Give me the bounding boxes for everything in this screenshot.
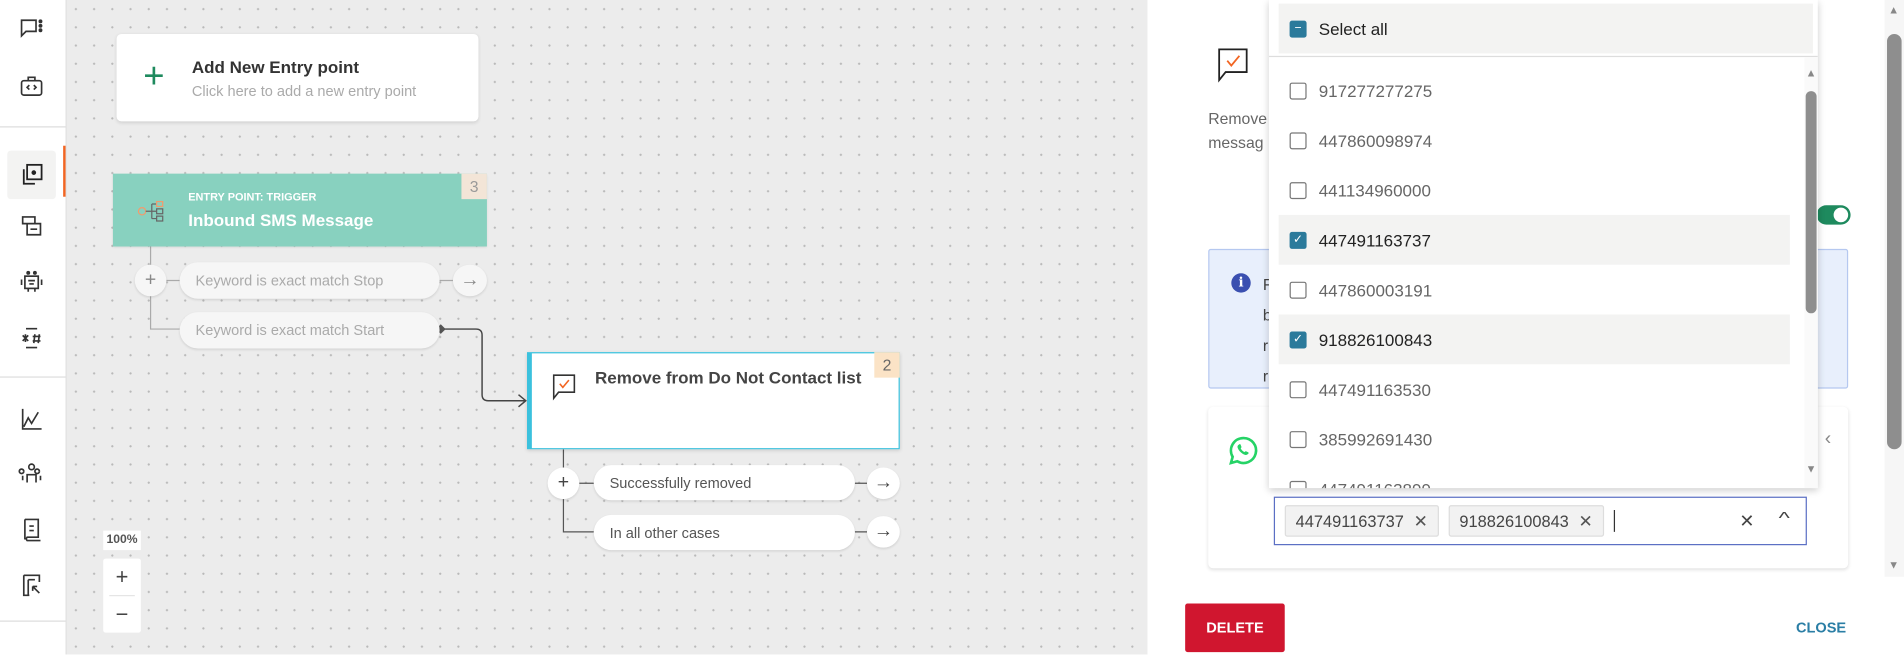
branch-keyword-stop[interactable]: Keyword is exact match Stop xyxy=(179,262,440,299)
add-branch-button[interactable]: + xyxy=(134,264,167,297)
option-label: 447860098974 xyxy=(1318,130,1433,150)
branch-other-cases[interactable]: In all other cases xyxy=(593,514,855,551)
phone-option[interactable]: 447860003191 xyxy=(1279,265,1790,315)
option-label: 447860003191 xyxy=(1318,279,1433,300)
whatsapp-icon xyxy=(1229,436,1258,465)
panel-scrollbar[interactable]: ▲ ▼ xyxy=(1884,0,1904,577)
selected-chip: 447491163737 ✕ xyxy=(1284,505,1439,537)
add-branch-button[interactable]: + xyxy=(547,467,580,500)
phone-option[interactable]: 447860098974 xyxy=(1279,115,1790,165)
scrollbar-thumb[interactable] xyxy=(1805,91,1817,314)
add-entry-subtitle: Click here to add a new entry point xyxy=(191,82,417,100)
scrollbar-thumb[interactable] xyxy=(1887,34,1902,450)
arrow-right-icon[interactable]: → xyxy=(867,467,900,500)
remove-chip-icon[interactable]: ✕ xyxy=(1579,511,1593,532)
select-all-label: Select all xyxy=(1318,18,1388,39)
checked-checkbox[interactable]: ✓ xyxy=(1289,231,1307,249)
branch-successfully-removed[interactable]: Successfully removed xyxy=(593,465,855,501)
dropdown-scrollbar[interactable]: ▲ ▼ xyxy=(1804,57,1818,489)
checkbox[interactable] xyxy=(1289,81,1307,99)
checked-message-icon xyxy=(1218,48,1248,83)
scroll-down-icon[interactable]: ▼ xyxy=(1806,463,1817,475)
option-label: 447491163737 xyxy=(1318,230,1431,250)
plus-icon: + xyxy=(143,55,165,96)
people-icon[interactable] xyxy=(12,454,51,493)
text-cursor xyxy=(1613,510,1615,532)
chat-menu-icon[interactable] xyxy=(12,10,51,49)
checked-message-icon xyxy=(552,374,576,401)
close-button[interactable]: CLOSE xyxy=(1796,619,1846,636)
trigger-node[interactable]: ENTRY POINT: TRIGGER Inbound SMS Message… xyxy=(112,173,487,247)
enable-toggle[interactable] xyxy=(1816,205,1851,225)
remove-chip-icon[interactable]: ✕ xyxy=(1414,511,1428,532)
description-line: messag xyxy=(1208,133,1264,152)
sidebar xyxy=(0,0,67,655)
phone-option[interactable]: 447491163899 xyxy=(1279,464,1790,489)
option-label: 385992691430 xyxy=(1318,429,1433,449)
checkbox[interactable] xyxy=(1289,131,1307,149)
arrow-right-icon[interactable]: → xyxy=(452,264,487,297)
checkbox[interactable] xyxy=(1289,480,1307,489)
chip-label: 918826100843 xyxy=(1459,511,1569,531)
phone-number-dropdown: − Select all 917277277275 447860098974 4411… xyxy=(1268,0,1818,489)
node-step-badge: 3 xyxy=(461,173,487,200)
option-label: 917277277275 xyxy=(1318,80,1433,101)
zoom-out-button[interactable]: − xyxy=(103,596,141,632)
remove-dnc-title: Remove from Do Not Contact list xyxy=(595,367,862,388)
indeterminate-checkbox[interactable]: − xyxy=(1289,20,1307,38)
branch-keyword-start[interactable]: Keyword is exact match Start xyxy=(179,312,440,349)
selected-chip: 918826100843 ✕ xyxy=(1448,505,1604,537)
add-entry-point-card[interactable]: + Add New Entry point Click here to add … xyxy=(116,34,479,122)
active-indicator xyxy=(63,145,66,197)
description-line: Remove xyxy=(1208,109,1268,128)
select-all-option[interactable]: − Select all xyxy=(1278,3,1813,54)
option-label: 918826100843 xyxy=(1318,329,1433,350)
arrow-right-icon[interactable]: → xyxy=(867,516,900,548)
code-briefcase-icon[interactable] xyxy=(12,67,51,106)
checkbox[interactable] xyxy=(1289,281,1307,299)
checkbox[interactable] xyxy=(1289,430,1307,448)
phone-option[interactable]: 441134960000 xyxy=(1279,165,1790,215)
phone-number-multiselect[interactable]: 447491163737 ✕ 918826100843 ✕ ✕ ^ xyxy=(1273,496,1807,546)
zoom-in-button[interactable]: + xyxy=(109,559,135,597)
chevron-up-icon[interactable]: ^ xyxy=(1779,508,1790,527)
docs-icon[interactable] xyxy=(12,510,51,549)
zoom-level: 100% xyxy=(103,530,141,551)
option-label: 441134960000 xyxy=(1318,180,1431,200)
phone-option[interactable]: 447491163530 xyxy=(1279,364,1790,414)
analytics-icon[interactable] xyxy=(12,400,51,439)
delete-button[interactable]: DELETE xyxy=(1185,603,1285,653)
scroll-up-icon[interactable]: ▲ xyxy=(1888,4,1899,16)
trigger-icon xyxy=(137,200,164,222)
option-label: 447491163530 xyxy=(1318,379,1431,399)
checkbox[interactable] xyxy=(1289,181,1307,199)
option-label: 447491163899 xyxy=(1319,479,1431,488)
bot-icon[interactable] xyxy=(12,262,51,301)
phone-option[interactable]: ✓ 447491163737 xyxy=(1278,214,1790,265)
phone-option[interactable]: ✓ 918826100843 xyxy=(1278,314,1790,365)
clear-all-icon[interactable]: ✕ xyxy=(1739,510,1754,532)
scroll-down-icon[interactable]: ▼ xyxy=(1888,559,1899,571)
zoom-controls: + − xyxy=(103,558,141,633)
scroll-up-icon[interactable]: ▲ xyxy=(1806,67,1817,79)
collapse-icon[interactable]: ‹ xyxy=(1825,429,1831,451)
keyword-icon[interactable] xyxy=(12,318,51,357)
chip-label: 447491163737 xyxy=(1295,511,1404,531)
trigger-kicker: ENTRY POINT: TRIGGER xyxy=(188,190,317,203)
node-step-badge: 2 xyxy=(874,352,900,378)
phone-option[interactable]: 385992691430 xyxy=(1279,414,1790,464)
report-icon[interactable] xyxy=(12,566,51,605)
checkbox[interactable] xyxy=(1289,380,1307,398)
checked-checkbox[interactable]: ✓ xyxy=(1289,330,1307,348)
panel-description: Remove messag xyxy=(1208,107,1267,156)
info-icon: i xyxy=(1231,273,1251,293)
templates-icon[interactable] xyxy=(12,206,51,245)
trigger-title: Inbound SMS Message xyxy=(188,210,374,230)
phone-option[interactable]: 917277277275 xyxy=(1279,66,1790,116)
add-entry-title: Add New Entry point xyxy=(191,57,360,77)
flow-builder-icon[interactable] xyxy=(7,150,56,200)
remove-dnc-node[interactable]: Remove from Do Not Contact list 2 xyxy=(527,352,900,450)
